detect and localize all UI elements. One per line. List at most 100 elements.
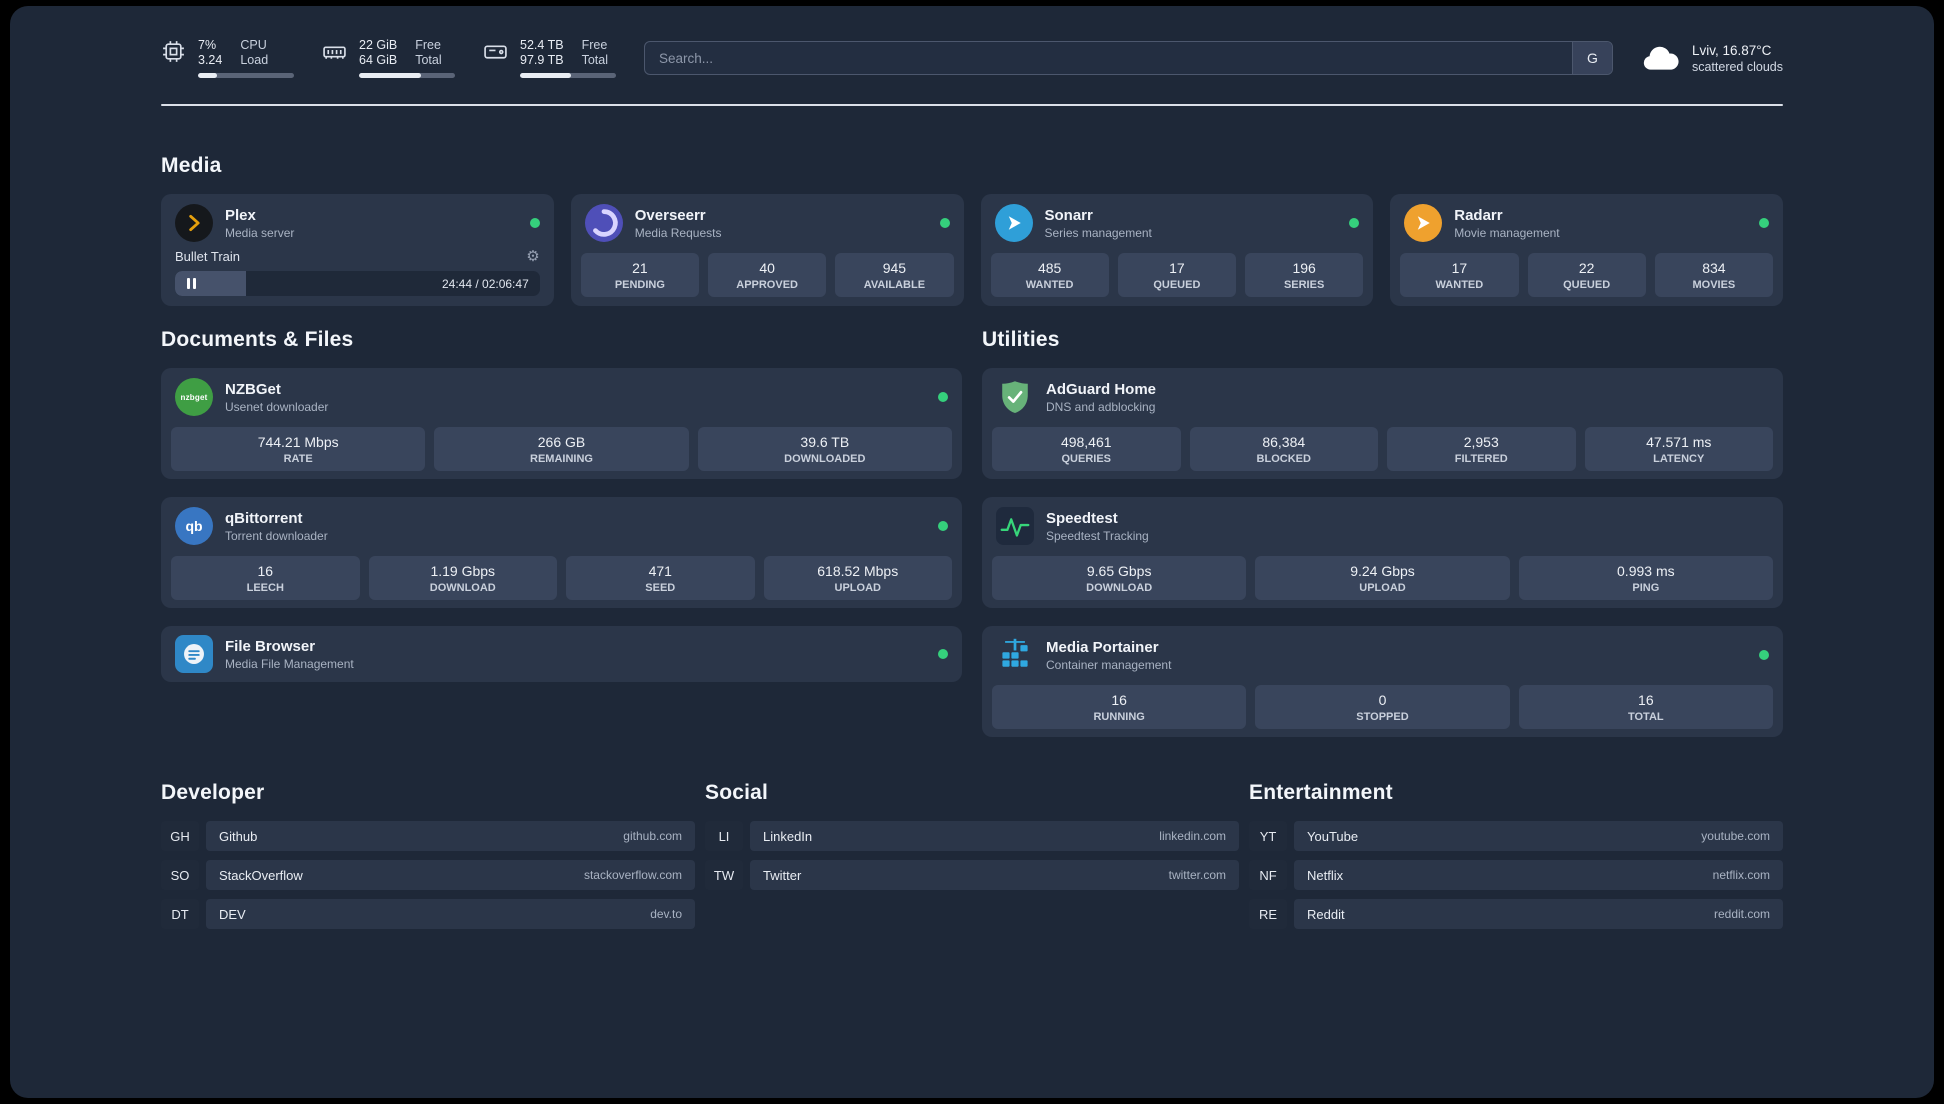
status-dot — [1349, 218, 1360, 228]
speedtest-card[interactable]: Speedtest Speedtest Tracking 9.65 Gbps D… — [982, 497, 1783, 608]
stat-tile: 16 TOTAL — [1518, 685, 1773, 729]
memory-stat: 22 GiB 64 GiB Free Total — [322, 38, 455, 78]
stat-label: DOWNLOADED — [784, 453, 866, 465]
qbittorrent-card[interactable]: qb qBittorrent Torrent downloader 16 LEE… — [161, 497, 962, 608]
disk-progress-fill — [520, 73, 571, 78]
stat-label: DOWNLOAD — [429, 582, 496, 594]
search-engine-button[interactable]: G — [1571, 42, 1612, 74]
link-badge: LI — [705, 821, 743, 851]
link-name: Reddit — [1307, 906, 1345, 922]
app-name: AdGuard Home — [1046, 380, 1157, 398]
qbittorrent-icon-text: qb — [185, 518, 203, 534]
link-badge: YT — [1249, 821, 1287, 851]
memory-progress-fill — [359, 73, 422, 78]
stat-tile: 618.52 Mbps UPLOAD — [763, 556, 952, 600]
stat-value: 9.24 Gbps — [1350, 563, 1415, 579]
link-url: twitter.com — [1168, 868, 1226, 882]
stat-tile: 2,953 FILTERED — [1387, 427, 1576, 471]
stat-tile: 834 MOVIES — [1654, 253, 1773, 297]
app-subtitle: Media Requests — [634, 225, 722, 240]
portainer-card[interactable]: Media Portainer Container management 16 … — [982, 626, 1783, 737]
stat-value: 16 — [1638, 692, 1654, 708]
stat-tile: 196 SERIES — [1245, 253, 1364, 297]
overseerr-icon — [584, 204, 623, 242]
link-url: github.com — [623, 829, 682, 843]
stat-label: WANTED — [1435, 279, 1484, 291]
cpu-load-value: 3.24 — [198, 53, 223, 67]
link-netflix[interactable]: NF Netflix netflix.com — [1249, 860, 1783, 890]
app-name: NZBGet — [225, 380, 281, 398]
link-badge: NF — [1249, 860, 1287, 890]
stat-value: 9.65 Gbps — [1086, 563, 1152, 579]
stat-label: WANTED — [1025, 279, 1074, 291]
playback-time: 24:44 / 02:06:47 — [442, 276, 529, 291]
stat-tile: 498,461 QUERIES — [992, 427, 1181, 471]
memory-free-label: Free — [415, 38, 441, 52]
memory-icon — [322, 39, 347, 64]
link-stackoverflow[interactable]: SO StackOverflow stackoverflow.com — [161, 860, 695, 890]
stat-value: 86,384 — [1262, 434, 1306, 450]
search-bar: G — [644, 41, 1613, 75]
app-name: qBittorrent — [225, 509, 303, 527]
qbittorrent-icon: qb — [175, 507, 213, 545]
radarr-card[interactable]: Radarr Movie management 17 WANTED 22 QUE… — [1390, 194, 1783, 306]
app-subtitle: Torrent downloader — [225, 528, 328, 543]
nzbget-card[interactable]: nzbget NZBGet Usenet downloader 744.21 M… — [161, 368, 962, 479]
link-reddit[interactable]: RE Reddit reddit.com — [1249, 899, 1783, 929]
stat-value: 21 — [632, 260, 648, 276]
stat-tile: 744.21 Mbps RATE — [171, 427, 426, 471]
overseerr-card[interactable]: Overseerr Media Requests 21 PENDING 40 A… — [570, 194, 964, 306]
plex-card[interactable]: Plex Media server Bullet Train ⚙ 24:44 /… — [161, 194, 554, 306]
app-subtitle: Speedtest Tracking — [1046, 528, 1149, 543]
link-name: Netflix — [1307, 867, 1344, 883]
app-subtitle: Media server — [225, 225, 295, 240]
stat-value: 16 — [1111, 692, 1127, 708]
status-dot — [938, 521, 948, 531]
stat-value: 945 — [882, 260, 907, 276]
link-linkedin[interactable]: LI LinkedIn linkedin.com — [705, 821, 1239, 851]
status-dot — [939, 218, 950, 228]
link-dev[interactable]: DT DEV dev.to — [161, 899, 695, 929]
weather-widget[interactable]: Lviv, 16.87°C scattered clouds — [1641, 43, 1783, 74]
stat-tile: 945 AVAILABLE — [835, 253, 954, 297]
stat-tile: 17 WANTED — [1400, 253, 1519, 297]
link-url: stackoverflow.com — [583, 868, 682, 882]
link-badge: TW — [705, 860, 743, 890]
sonarr-card[interactable]: Sonarr Series management 485 WANTED 17 Q… — [980, 194, 1374, 306]
disk-free-label: Free — [581, 38, 608, 52]
plex-icon — [175, 204, 213, 242]
stat-value: 2,953 — [1463, 434, 1499, 450]
pause-icon[interactable] — [187, 278, 196, 289]
stat-tile: 266 GB REMAINING — [434, 427, 689, 471]
search-input[interactable] — [644, 41, 1613, 75]
link-github[interactable]: GH Github github.com — [161, 821, 695, 851]
dashboard-content: 7% 3.24 CPU Load 22 GiB 64 GiB Free Tota… — [161, 6, 1783, 938]
filebrowser-card[interactable]: File Browser Media File Management — [161, 626, 962, 682]
stat-value: 47.571 ms — [1646, 434, 1712, 450]
playback-progress-bar[interactable]: 24:44 / 02:06:47 — [175, 271, 540, 296]
link-url: linkedin.com — [1159, 829, 1226, 843]
stat-value: 0 — [1378, 692, 1387, 708]
disk-icon — [483, 39, 508, 64]
link-twitter[interactable]: TW Twitter twitter.com — [705, 860, 1239, 890]
stat-label: TOTAL — [1627, 711, 1664, 723]
stat-value: 618.52 Mbps — [817, 563, 899, 579]
documents-section-title: Documents & Files — [161, 328, 354, 351]
link-name: Github — [219, 828, 258, 844]
stat-value: 1.19 Gbps — [430, 563, 496, 579]
weather-condition: scattered clouds — [1691, 59, 1783, 74]
link-url: netflix.com — [1712, 868, 1770, 882]
memory-progress-bar — [359, 73, 455, 78]
status-dot — [1759, 218, 1769, 228]
adguard-card[interactable]: AdGuard Home DNS and adblocking 498,461 … — [982, 368, 1783, 479]
gear-icon[interactable]: ⚙ — [526, 249, 539, 264]
stat-label: QUEUED — [1563, 279, 1611, 291]
radarr-icon — [1404, 204, 1443, 242]
link-youtube[interactable]: YT YouTube youtube.com — [1249, 821, 1783, 851]
stat-label: SERIES — [1283, 279, 1325, 291]
filebrowser-icon — [175, 635, 213, 673]
stat-value: 17 — [1451, 260, 1468, 276]
link-name: StackOverflow — [219, 867, 303, 883]
media-section-title: Media — [161, 154, 222, 177]
disk-total-value: 97.9 TB — [520, 53, 564, 67]
